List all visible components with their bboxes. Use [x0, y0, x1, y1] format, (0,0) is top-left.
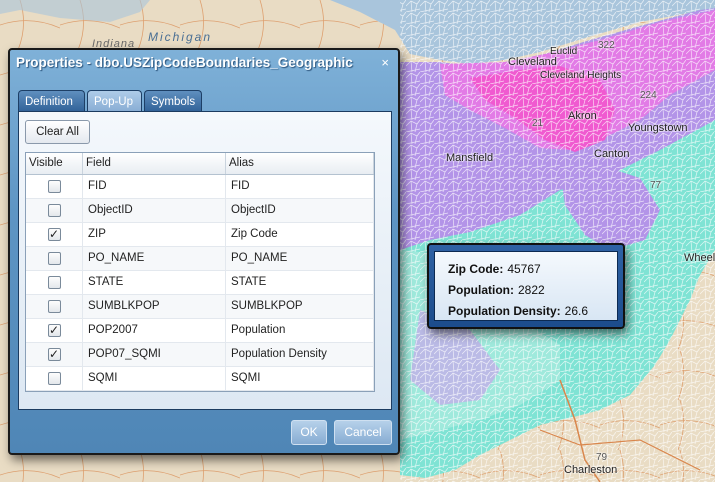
map-label-cleveland: Cleveland: [508, 56, 557, 68]
column-header-field[interactable]: Field: [83, 153, 226, 174]
field-cell[interactable]: PO_NAME: [83, 247, 226, 270]
field-cell[interactable]: STATE: [83, 271, 226, 294]
visible-checkbox[interactable]: ✓: [47, 324, 61, 337]
table-row[interactable]: SUMBLKPOP SUMBLKPOP: [26, 295, 374, 319]
field-cell[interactable]: POP2007: [83, 319, 226, 342]
field-cell[interactable]: FID: [83, 175, 226, 198]
map-road-322: 322: [598, 40, 615, 51]
dialog-title: Properties - dbo.USZipCodeBoundaries_Geo…: [16, 55, 353, 70]
alias-cell[interactable]: Zip Code: [226, 223, 374, 246]
clear-all-button[interactable]: Clear All: [25, 120, 90, 144]
table-row[interactable]: ✓ ZIP Zip Code: [26, 223, 374, 247]
table-row[interactable]: ✓ POP2007 Population: [26, 319, 374, 343]
map-label-youngstown: Youngstown: [628, 122, 688, 134]
visible-checkbox[interactable]: [47, 180, 61, 193]
visible-checkbox[interactable]: [47, 372, 61, 385]
map-label-charleston: Charleston: [564, 464, 618, 476]
field-cell[interactable]: ObjectID: [83, 199, 226, 222]
field-cell[interactable]: ZIP: [83, 223, 226, 246]
visible-checkbox[interactable]: [47, 276, 61, 289]
table-row[interactable]: ✓ POP07_SQMI Population Density: [26, 343, 374, 367]
popup-label: Zip Code:: [448, 262, 504, 276]
properties-dialog: Properties - dbo.USZipCodeBoundaries_Geo…: [8, 48, 400, 455]
grid-body: FID FID ObjectID ObjectID ✓ ZIP Zip Code…: [26, 175, 374, 391]
map-label-mansfield: Mansfield: [446, 152, 494, 164]
column-header-visible[interactable]: Visible: [26, 153, 83, 174]
alias-cell[interactable]: PO_NAME: [226, 247, 374, 270]
popup-value: 2822: [518, 283, 545, 297]
alias-cell[interactable]: ObjectID: [226, 199, 374, 222]
alias-cell[interactable]: SQMI: [226, 367, 374, 390]
alias-cell[interactable]: Population Density: [226, 343, 374, 366]
visible-checkbox[interactable]: [47, 204, 61, 217]
map-road-77: 77: [650, 180, 662, 191]
cancel-button[interactable]: Cancel: [334, 420, 392, 445]
alias-cell[interactable]: FID: [226, 175, 374, 198]
field-cell[interactable]: SQMI: [83, 367, 226, 390]
tab-definition[interactable]: Definition: [18, 90, 85, 113]
column-header-alias[interactable]: Alias: [226, 153, 374, 174]
table-row[interactable]: SQMI SQMI: [26, 367, 374, 391]
map-road-79: 79: [596, 452, 608, 463]
map-label-michigan: Michigan: [148, 30, 213, 44]
alias-cell[interactable]: SUMBLKPOP: [226, 295, 374, 318]
alias-cell[interactable]: STATE: [226, 271, 374, 294]
popup-label: Population:: [448, 283, 514, 297]
popup-value: 26.6: [564, 304, 589, 318]
visible-checkbox[interactable]: ✓: [47, 348, 61, 361]
table-row[interactable]: STATE STATE: [26, 271, 374, 295]
grid-header: Visible Field Alias: [26, 153, 374, 175]
map-road-224: 224: [640, 90, 657, 101]
map-label-canton: Canton: [594, 148, 630, 160]
map-info-popup: Zip Code: 45767 Population: 2822 Populatio…: [427, 243, 625, 329]
map-label-wheeling: Wheeling: [684, 252, 715, 264]
alias-cell[interactable]: Population: [226, 319, 374, 342]
map-label-cleveland-heights: Cleveland Heights: [540, 70, 622, 81]
popup-label: Population Density:: [448, 304, 561, 318]
tab-symbols[interactable]: Symbols: [144, 90, 202, 113]
close-icon[interactable]: ×: [381, 55, 389, 70]
visible-checkbox[interactable]: ✓: [47, 228, 61, 241]
popup-content: Zip Code: 45767 Population: 2822 Populatio…: [434, 251, 618, 321]
map-label-euclid: Euclid: [550, 46, 578, 57]
popup-population-density: Population Density: 26.6: [448, 304, 617, 325]
visible-checkbox[interactable]: [47, 252, 61, 265]
popup-value: 45767: [507, 262, 541, 276]
table-row[interactable]: FID FID: [26, 175, 374, 199]
table-row[interactable]: ObjectID ObjectID: [26, 199, 374, 223]
map-road-21: 21: [532, 118, 544, 129]
popup-tab-panel: Clear All Visible Field Alias FID FID Ob…: [18, 111, 392, 410]
field-cell[interactable]: SUMBLKPOP: [83, 295, 226, 318]
table-row[interactable]: PO_NAME PO_NAME: [26, 247, 374, 271]
popup-population: Population: 2822: [448, 283, 617, 304]
popup-zip-code: Zip Code: 45767: [448, 262, 617, 283]
fields-grid: Visible Field Alias FID FID ObjectID Obj…: [25, 152, 375, 392]
tab-pop-up[interactable]: Pop-Up: [87, 90, 142, 113]
visible-checkbox[interactable]: [47, 300, 61, 313]
field-cell[interactable]: POP07_SQMI: [83, 343, 226, 366]
ok-button[interactable]: OK: [291, 420, 327, 445]
map-label-akron: Akron: [568, 110, 597, 122]
